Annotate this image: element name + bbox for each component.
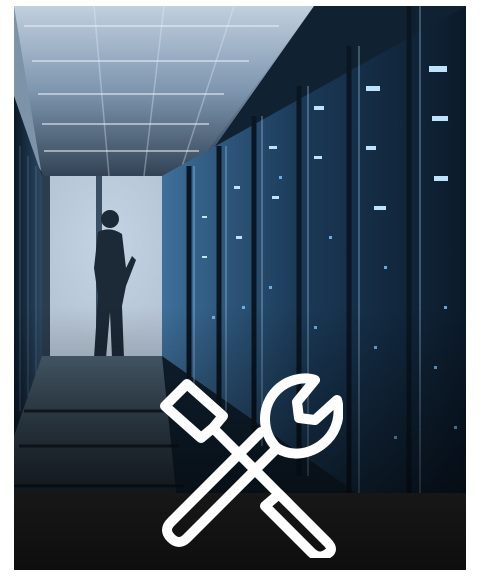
feature-card [14,6,466,570]
tools-icon [160,373,343,558]
